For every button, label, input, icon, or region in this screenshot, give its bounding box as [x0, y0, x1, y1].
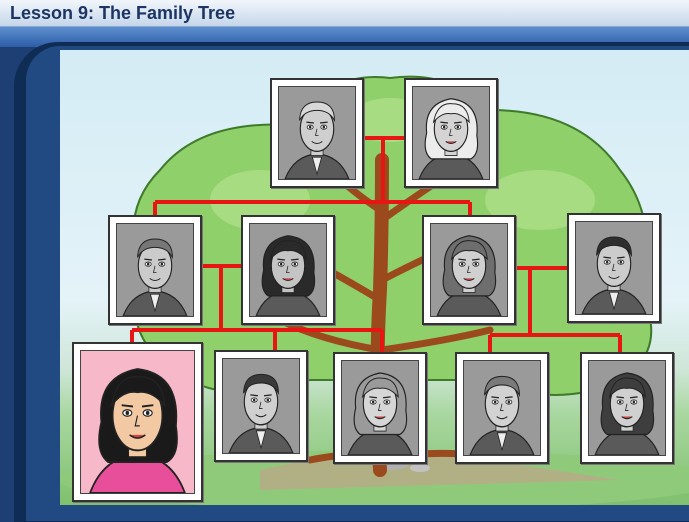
family-card-mother[interactable] — [241, 215, 335, 325]
family-card-girl-blonde[interactable] — [333, 352, 427, 464]
family-card-cousin-boy[interactable] — [455, 352, 549, 464]
lesson-title: Lesson 9: The Family Tree — [10, 3, 236, 23]
portrait-uncle — [575, 221, 653, 315]
portrait-cousin-girl — [588, 360, 666, 456]
portrait-grandfather — [278, 86, 356, 180]
title-bar: Lesson 9: The Family Tree — [0, 0, 689, 27]
family-card-aunt[interactable] — [422, 215, 516, 325]
portrait-father — [116, 223, 194, 317]
family-card-uncle[interactable] — [567, 213, 661, 323]
family-card-cousin-girl[interactable] — [580, 352, 674, 464]
family-card-grandfather[interactable] — [270, 78, 364, 188]
portrait-grandmother — [412, 86, 490, 180]
family-card-grandmother[interactable] — [404, 78, 498, 188]
family-card-father[interactable] — [108, 215, 202, 325]
family-card-boy[interactable] — [214, 350, 308, 462]
family-card-girl-selected[interactable] — [72, 342, 203, 502]
portrait-cousin-boy — [463, 360, 541, 456]
portrait-boy — [222, 358, 300, 454]
portrait-aunt — [430, 223, 508, 317]
portrait-mother — [249, 223, 327, 317]
portrait-girl-selected — [80, 350, 195, 494]
portrait-girl-blonde — [341, 360, 419, 456]
